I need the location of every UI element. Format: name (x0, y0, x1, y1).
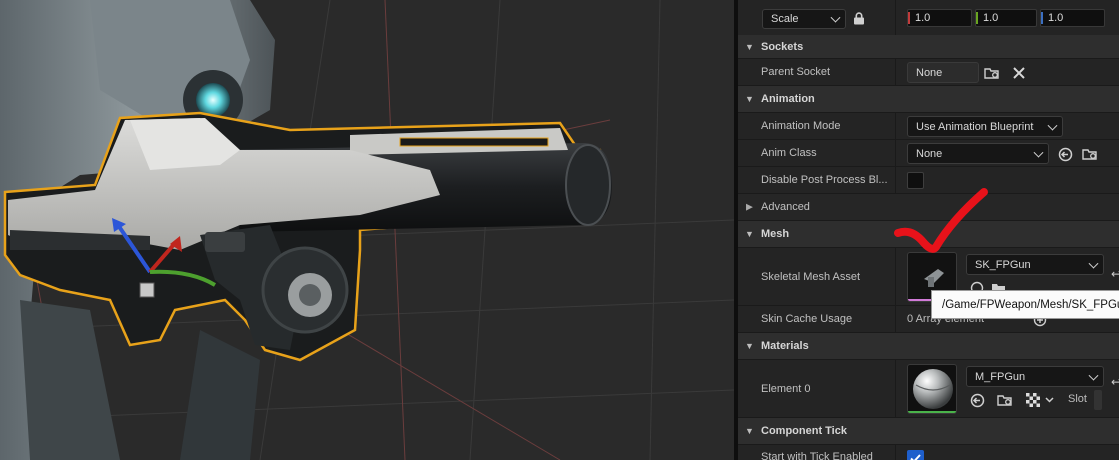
clear-icon[interactable] (1010, 64, 1028, 82)
material-element0-row: Element 0 M_FPGun Slot ↩ (738, 360, 1119, 418)
chevron-down-icon (1047, 120, 1058, 131)
reset-arrow-icon[interactable]: ↩ (1110, 374, 1119, 390)
animation-mode-value: Use Animation Blueprint (916, 120, 1034, 133)
scale-y-field[interactable]: 1.0 (975, 9, 1037, 27)
scale-x-field[interactable]: 1.0 (907, 9, 972, 27)
advanced-label: Advanced (761, 201, 810, 213)
reset-arrow-icon[interactable]: ↩ (1110, 266, 1119, 282)
anim-class-dropdown[interactable]: None (907, 143, 1049, 164)
element0-label: Element 0 (761, 382, 811, 395)
details-panel: Scale 1.0 1.0 1.0 ▼ Sockets Parent Socke… (738, 0, 1119, 460)
scale-x-value: 1.0 (915, 12, 931, 24)
scale-z-value: 1.0 (1048, 12, 1064, 24)
chevron-down-icon (1088, 370, 1099, 381)
material-thumbnail[interactable] (907, 364, 957, 414)
material-value: M_FPGun (975, 370, 1026, 383)
category-title: Animation (761, 93, 815, 105)
column-divider (895, 360, 896, 417)
category-title: Materials (761, 340, 809, 352)
animation-mode-label: Animation Mode (761, 120, 841, 132)
browse-icon[interactable] (996, 391, 1014, 409)
anim-class-row: Anim Class None (738, 140, 1119, 167)
lock-icon[interactable] (851, 10, 867, 26)
chevron-down-icon (830, 12, 841, 23)
disable-post-process-checkbox[interactable] (907, 172, 924, 189)
column-divider (895, 113, 896, 139)
column-divider (895, 59, 896, 85)
chevron-down-icon (1033, 147, 1044, 158)
category-animation[interactable]: ▼ Animation (738, 86, 1119, 113)
slot-label: Slot (1068, 393, 1087, 405)
disable-post-process-label: Disable Post Process Bl... (761, 174, 888, 186)
column-divider (895, 306, 896, 332)
expand-arrow-icon: ▼ (745, 229, 754, 239)
column-divider (895, 140, 896, 166)
browse-socket-icon[interactable] (983, 64, 1001, 82)
chevron-down-icon (1088, 258, 1099, 269)
column-divider (895, 167, 896, 193)
parent-socket-label: Parent Socket (761, 66, 831, 78)
column-divider (895, 445, 896, 460)
parent-socket-value: None (916, 66, 943, 79)
use-selected-icon[interactable] (1056, 145, 1074, 163)
skeletal-mesh-label: Skeletal Mesh Asset (761, 270, 861, 283)
category-title: Mesh (761, 228, 790, 240)
anim-class-value: None (916, 147, 943, 160)
skeletal-mesh-dropdown[interactable]: SK_FPGun (966, 254, 1104, 275)
expand-arrow-icon: ▼ (745, 41, 754, 52)
scale-row: Scale 1.0 1.0 1.0 (738, 0, 1119, 36)
category-materials[interactable]: ▼ Materials (738, 333, 1119, 360)
disable-post-process-row: Disable Post Process Bl... (738, 167, 1119, 194)
advanced-expander[interactable]: ▶ Advanced (738, 194, 1119, 221)
tooltip-text: /Game/FPWeapon/Mesh/SK_FPGun (942, 298, 1119, 311)
glow-core (196, 83, 230, 117)
parent-socket-row: Parent Socket None (738, 59, 1119, 86)
scale-y-value: 1.0 (983, 12, 999, 24)
animation-mode-row: Animation Mode Use Animation Blueprint (738, 113, 1119, 140)
browse-icon[interactable] (1081, 145, 1099, 163)
category-title: Sockets (761, 40, 804, 53)
parent-socket-field[interactable]: None (907, 62, 979, 83)
start-tick-row: Start with Tick Enabled (738, 445, 1119, 460)
expand-arrow-icon: ▼ (745, 341, 754, 351)
checker-icon[interactable] (1024, 391, 1042, 409)
expand-arrow-icon: ▼ (745, 94, 754, 104)
slot-field[interactable] (1094, 390, 1102, 410)
level-viewport[interactable] (0, 0, 734, 460)
viewport-scene[interactable] (0, 0, 734, 460)
x-axis-marker (908, 12, 910, 24)
category-sockets[interactable]: ▼ Sockets (738, 35, 1119, 59)
scale-z-field[interactable]: 1.0 (1040, 9, 1105, 27)
z-axis-marker (1041, 12, 1043, 24)
animation-mode-dropdown[interactable]: Use Animation Blueprint (907, 116, 1063, 137)
skeletal-mesh-value: SK_FPGun (975, 258, 1031, 271)
expand-arrow-icon: ▼ (745, 426, 754, 436)
category-title: Component Tick (761, 425, 847, 437)
asset-path-tooltip: /Game/FPWeapon/Mesh/SK_FPGun (931, 290, 1119, 319)
use-selected-icon[interactable] (968, 391, 986, 409)
start-tick-label: Start with Tick Enabled (761, 451, 873, 460)
anim-class-label: Anim Class (761, 147, 817, 159)
material-dropdown[interactable]: M_FPGun (966, 366, 1104, 387)
scale-dropdown[interactable]: Scale (762, 9, 846, 29)
column-divider (895, 248, 896, 305)
column-divider (895, 0, 896, 35)
skin-cache-label: Skin Cache Usage (761, 313, 853, 325)
y-axis-marker (976, 12, 978, 24)
scale-label: Scale (771, 13, 799, 25)
collapsed-arrow-icon: ▶ (746, 201, 753, 212)
category-component-tick[interactable]: ▼ Component Tick (738, 418, 1119, 445)
start-tick-checkbox[interactable] (907, 450, 924, 460)
category-mesh[interactable]: ▼ Mesh (738, 221, 1119, 248)
chevron-down-icon[interactable] (1043, 393, 1055, 407)
